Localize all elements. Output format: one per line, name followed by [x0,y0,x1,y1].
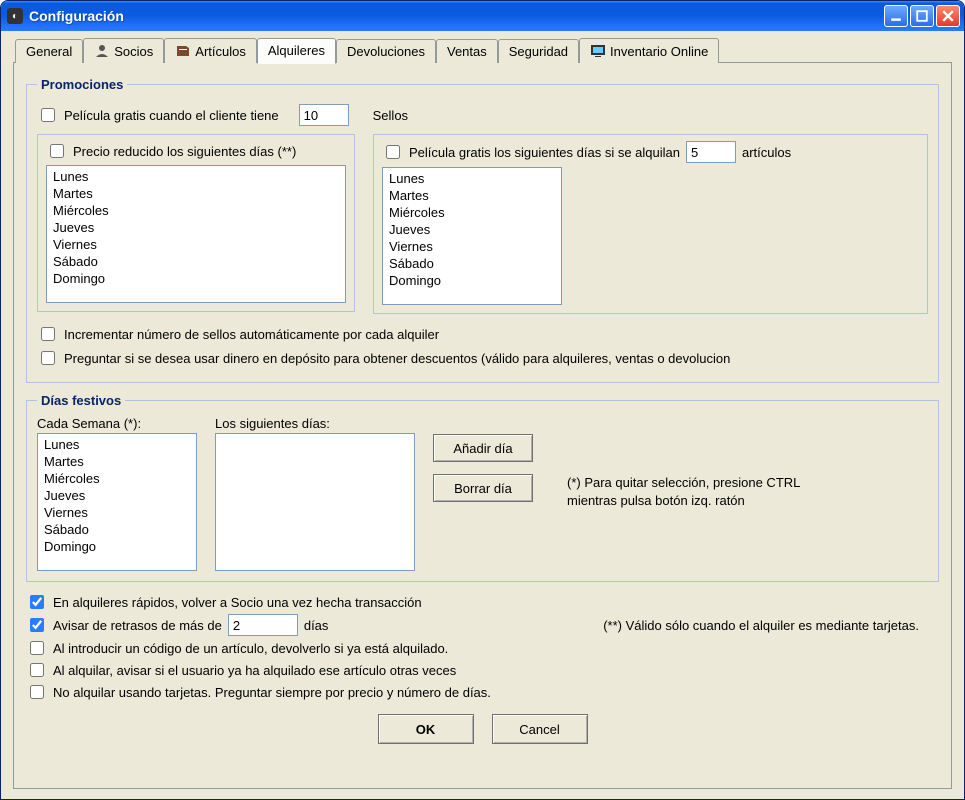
list-item[interactable]: Lunes [49,168,343,185]
window-title: Configuración [29,8,884,24]
free-movie-row: Película gratis cuando el cliente tiene … [37,104,928,126]
avisar-alquilado-label: Al alquilar, avisar si el usuario ya ha … [53,663,456,678]
dialog-buttons: OK Cancel [26,704,939,748]
socios-icon [94,43,110,59]
client-area: General Socios Artículos Alquileres Devo… [1,31,964,799]
list-item[interactable]: Lunes [40,436,194,453]
minimize-button[interactable] [884,5,908,27]
free-days-label-post: artículos [742,145,791,160]
free-movie-checkbox[interactable] [41,108,55,122]
maximize-button[interactable] [910,5,934,27]
avisar-label-post: días [304,618,329,633]
festivos-group: Días festivos Cada Semana (*): LunesMart… [26,393,939,582]
config-window: ◐ Configuración General Socios Artículos… [0,0,965,800]
avisar-alquilado-checkbox[interactable] [30,663,44,677]
free-days-checkbox[interactable] [386,145,400,159]
tab-label: Artículos [195,44,246,59]
devolver-checkbox[interactable] [30,641,44,655]
list-item[interactable]: Jueves [40,487,194,504]
window-buttons [884,5,960,27]
auto-stamps-label: Incrementar número de sellos automáticam… [64,327,439,342]
tab-alquileres[interactable]: Alquileres [257,38,336,64]
tab-devoluciones[interactable]: Devoluciones [336,39,436,63]
list-item[interactable]: Domingo [385,272,559,289]
articulos-icon [175,43,191,59]
tab-socios[interactable]: Socios [83,38,164,63]
list-item[interactable]: Martes [40,453,194,470]
list-item[interactable]: Viernes [40,504,194,521]
tab-label: Alquileres [268,43,325,58]
tab-inventario[interactable]: Inventario Online [579,38,719,63]
list-item[interactable]: Lunes [385,170,559,187]
list-item[interactable]: Viernes [385,238,559,255]
avisar-retrasos-checkbox[interactable] [30,618,44,632]
no-tarjetas-label: No alquilar usando tarjetas. Preguntar s… [53,685,491,700]
free-movie-label-post: Sellos [373,108,408,123]
cada-semana-label: Cada Semana (*): [37,416,197,431]
reduced-price-days-list[interactable]: LunesMartesMiércolesJuevesViernesSábadoD… [46,165,346,303]
tab-articulos[interactable]: Artículos [164,38,257,63]
tab-general[interactable]: General [15,39,83,63]
list-item[interactable]: Martes [385,187,559,204]
list-item[interactable]: Domingo [49,270,343,287]
rapidos-label: En alquileres rápidos, volver a Socio un… [53,595,422,610]
ask-deposit-label: Preguntar si se desea usar dinero en dep… [64,351,730,366]
week-days-list[interactable]: LunesMartesMiércolesJuevesViernesSábadoD… [37,433,197,571]
free-days-count-input[interactable] [686,141,736,163]
list-item[interactable]: Jueves [385,221,559,238]
app-icon: ◐ [7,8,23,24]
tab-label: General [26,44,72,59]
tab-label: Devoluciones [347,44,425,59]
ok-button[interactable]: OK [378,714,474,744]
tab-label: Seguridad [509,44,568,59]
promociones-legend: Promociones [37,77,127,92]
tab-strip: General Socios Artículos Alquileres Devo… [13,37,952,63]
list-item[interactable]: Sábado [385,255,559,272]
tab-label: Ventas [447,44,487,59]
tab-body: Promociones Película gratis cuando el cl… [13,63,952,789]
holiday-days-list[interactable] [215,433,415,571]
tab-label: Inventario Online [610,44,708,59]
inventario-icon [590,43,606,59]
tab-seguridad[interactable]: Seguridad [498,39,579,63]
ask-deposit-checkbox[interactable] [41,351,55,365]
devolver-label: Al introducir un código de un artículo, … [53,641,448,656]
festivos-legend: Días festivos [37,393,125,408]
list-item[interactable]: Sábado [49,253,343,270]
list-item[interactable]: Martes [49,185,343,202]
retraso-days-input[interactable] [228,614,298,636]
list-item[interactable]: Miércoles [49,202,343,219]
auto-stamps-checkbox[interactable] [41,327,55,341]
add-day-button[interactable]: Añadir día [433,434,533,462]
free-days-list[interactable]: LunesMartesMiércolesJuevesViernesSábadoD… [382,167,562,305]
list-item[interactable]: Miércoles [40,470,194,487]
list-item[interactable]: Sábado [40,521,194,538]
free-days-subgroup: Película gratis los siguientes días si s… [373,134,928,314]
avisar-label-pre: Avisar de retrasos de más de [53,618,222,633]
tarjetas-note: (**) Válido sólo cuando el alquiler es m… [603,618,919,633]
list-item[interactable]: Miércoles [385,204,559,221]
promociones-group: Promociones Película gratis cuando el cl… [26,77,939,383]
reduced-price-subgroup: Precio reducido los siguientes días (**)… [37,134,355,312]
list-item[interactable]: Viernes [49,236,343,253]
no-tarjetas-checkbox[interactable] [30,685,44,699]
free-days-label-pre: Película gratis los siguientes días si s… [409,145,680,160]
close-button[interactable] [936,5,960,27]
bottom-options: En alquileres rápidos, volver a Socio un… [26,592,939,702]
list-item[interactable]: Domingo [40,538,194,555]
list-item[interactable]: Jueves [49,219,343,236]
free-movie-count-input[interactable] [299,104,349,126]
cancel-button[interactable]: Cancel [492,714,588,744]
tab-label: Socios [114,44,153,59]
siguientes-dias-label: Los siguientes días: [215,416,415,431]
delete-day-button[interactable]: Borrar día [433,474,533,502]
reduced-price-label: Precio reducido los siguientes días (**) [73,144,296,159]
free-movie-label-pre: Película gratis cuando el cliente tiene [64,108,279,123]
titlebar[interactable]: ◐ Configuración [1,1,964,31]
rapidos-checkbox[interactable] [30,595,44,609]
reduced-price-checkbox[interactable] [50,144,64,158]
tab-ventas[interactable]: Ventas [436,39,498,63]
ctrl-hint-text: (*) Para quitar selección, presione CTRL… [567,474,847,510]
